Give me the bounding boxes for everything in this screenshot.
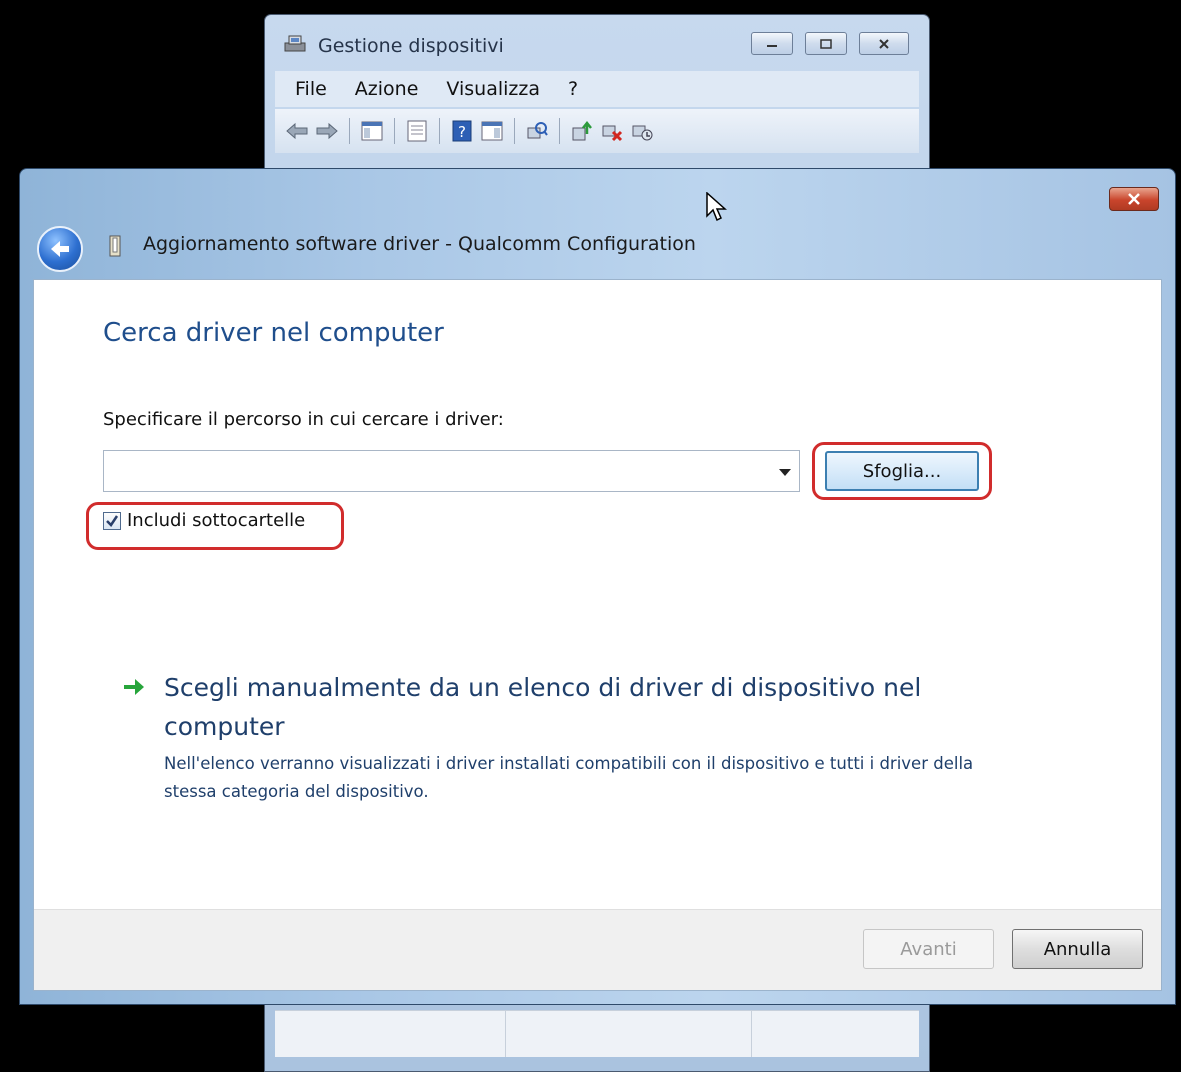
- toolbar-separator: [514, 118, 515, 144]
- enable-device-icon[interactable]: [630, 119, 654, 143]
- mouse-cursor-icon: [706, 192, 727, 222]
- next-button[interactable]: Avanti: [863, 929, 994, 969]
- dropdown-arrow-icon[interactable]: [779, 469, 791, 476]
- status-pane: [275, 1011, 506, 1057]
- include-subfolders-checkbox[interactable]: [103, 511, 121, 530]
- device-manager-title: Gestione dispositivi: [318, 35, 504, 57]
- cancel-button[interactable]: Annulla: [1012, 929, 1143, 969]
- action-pane-icon[interactable]: [480, 119, 504, 143]
- close-window-button[interactable]: [859, 32, 909, 55]
- maximize-icon: [820, 38, 832, 49]
- menu-visualizza[interactable]: Visualizza: [446, 78, 540, 100]
- help-icon[interactable]: ?: [450, 119, 474, 143]
- green-arrow-icon: [124, 679, 144, 695]
- back-arrow-icon: [51, 241, 69, 257]
- dialog-footer: Avanti Annulla: [34, 909, 1161, 990]
- pick-from-list-description: Nell'elenco verranno visualizzati i driv…: [164, 754, 974, 801]
- status-bar: [275, 1010, 919, 1057]
- path-combobox[interactable]: [103, 450, 800, 492]
- update-driver-icon[interactable]: [570, 119, 594, 143]
- device-manager-icon: [284, 35, 306, 52]
- close-icon: [879, 38, 889, 49]
- usb-device-icon: [109, 235, 121, 257]
- properties-icon[interactable]: [405, 119, 429, 143]
- menu-bar: File Azione Visualizza ?: [275, 71, 919, 107]
- back-button[interactable]: [37, 226, 83, 272]
- include-subfolders-row[interactable]: Includi sottocartelle: [103, 510, 305, 531]
- path-field-label: Specificare il percorso in cui cercare i…: [103, 409, 504, 430]
- toolbar-separator: [394, 118, 395, 144]
- status-pane: [506, 1011, 752, 1057]
- dialog-close-button[interactable]: [1109, 187, 1159, 211]
- dialog-title: Aggiornamento software driver - Qualcomm…: [143, 233, 696, 255]
- maximize-button[interactable]: [805, 32, 847, 55]
- menu-file[interactable]: File: [295, 78, 327, 100]
- toolbar: ?: [275, 109, 919, 153]
- device-manager-titlebar[interactable]: Gestione dispositivi: [265, 15, 929, 61]
- show-hide-console-tree-icon[interactable]: [360, 119, 384, 143]
- pick-from-list-link[interactable]: Scegli manualmente da un elenco di drive…: [164, 668, 964, 746]
- svg-text:?: ?: [458, 123, 466, 141]
- update-driver-dialog: Aggiornamento software driver - Qualcomm…: [19, 168, 1176, 1005]
- close-icon: [1128, 193, 1140, 205]
- forward-arrow-icon[interactable]: [315, 119, 339, 143]
- minimize-icon: [767, 44, 777, 47]
- page-title: Cerca driver nel computer: [103, 318, 444, 348]
- toolbar-separator: [349, 118, 350, 144]
- minimize-button[interactable]: [751, 32, 793, 55]
- menu-help[interactable]: ?: [568, 78, 578, 100]
- include-subfolders-label: Includi sottocartelle: [127, 510, 306, 531]
- scan-hardware-icon[interactable]: [525, 119, 549, 143]
- dialog-content: Cerca driver nel computer Specificare il…: [33, 279, 1162, 991]
- back-arrow-icon[interactable]: [285, 119, 309, 143]
- toolbar-separator: [559, 118, 560, 144]
- toolbar-separator: [439, 118, 440, 144]
- checkmark-icon: [106, 514, 119, 527]
- menu-azione[interactable]: Azione: [355, 78, 419, 100]
- status-pane: [752, 1011, 919, 1057]
- browse-button[interactable]: Sfoglia...: [825, 451, 979, 491]
- uninstall-icon[interactable]: [600, 119, 624, 143]
